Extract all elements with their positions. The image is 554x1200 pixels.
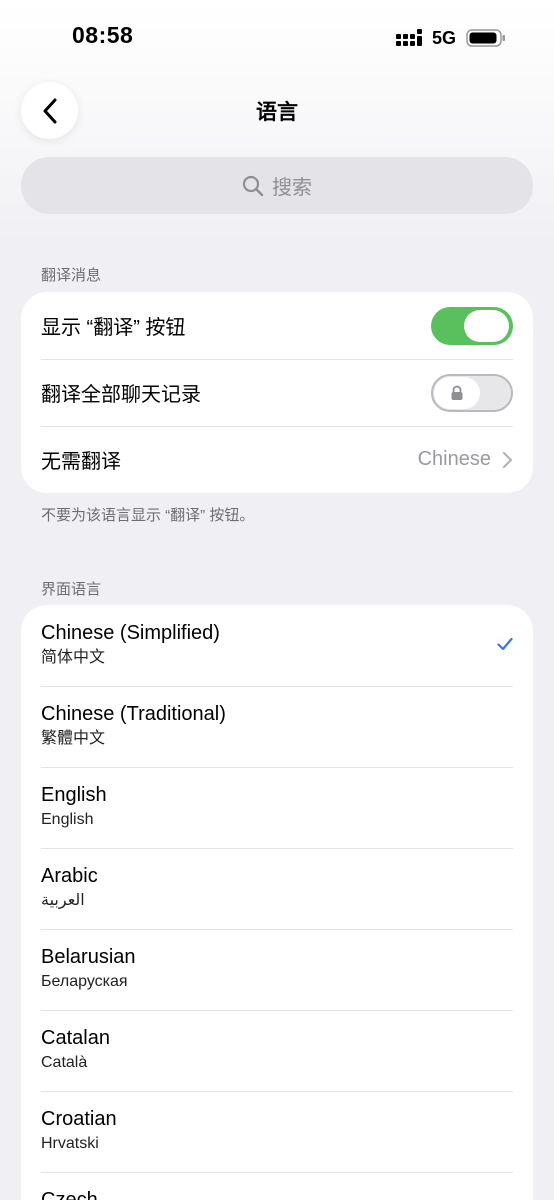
cellular-signal-icon bbox=[395, 29, 422, 46]
language-name: Czech bbox=[41, 1189, 98, 1200]
status-indicators: 5G bbox=[395, 26, 506, 50]
language-native-name: 繁體中文 bbox=[41, 730, 106, 747]
language-row-chinese-simplified[interactable]: Chinese (Simplified) 简体中文 bbox=[21, 605, 533, 686]
language-row-croatian[interactable]: Croatian Hrvatski bbox=[21, 1091, 533, 1172]
translate-all-chats-label: 翻译全部聊天记录 bbox=[41, 384, 201, 406]
chevron-right-icon bbox=[502, 451, 513, 468]
network-type: 5G bbox=[431, 27, 456, 48]
language-native-name: 简体中文 bbox=[41, 649, 106, 666]
translate-section-header: 翻译消息 bbox=[41, 267, 102, 284]
language-row-belarusian[interactable]: Belarusian Беларуская bbox=[21, 929, 533, 1010]
page-title: 语言 bbox=[256, 101, 298, 124]
checkmark-icon bbox=[497, 637, 513, 651]
interface-language-header: 界面语言 bbox=[41, 581, 102, 598]
toggle-knob bbox=[434, 376, 480, 409]
show-translate-button-label: 显示 “翻译” 按钮 bbox=[41, 317, 186, 339]
language-name: Catalan bbox=[41, 1027, 110, 1049]
language-name: English bbox=[41, 784, 107, 806]
language-name: Chinese (Simplified) bbox=[41, 622, 220, 644]
language-native-name: Català bbox=[41, 1054, 88, 1071]
language-row-catalan[interactable]: Catalan Català bbox=[21, 1010, 533, 1091]
translate-all-chats-toggle[interactable] bbox=[431, 373, 513, 412]
search-placeholder: 搜索 bbox=[272, 177, 312, 199]
translate-all-chats-row[interactable]: 翻译全部聊天记录 bbox=[21, 359, 533, 426]
language-settings-screen: 08:58 5G 语言 搜索 翻译消息 显示 “翻译” 按钮 翻译全部聊天记录 … bbox=[0, 0, 554, 1200]
status-time: 08:58 bbox=[72, 22, 134, 48]
language-native-name: Беларуская bbox=[41, 973, 128, 990]
language-name: Chinese (Traditional) bbox=[41, 703, 226, 725]
translate-section-footer: 不要为该语言显示 “翻译” 按钮。 bbox=[41, 507, 255, 524]
language-row-chinese-traditional[interactable]: Chinese (Traditional) 繁體中文 bbox=[21, 686, 533, 767]
language-native-name: Hrvatski bbox=[41, 1135, 99, 1152]
language-row-czech[interactable]: Czech bbox=[21, 1172, 533, 1200]
search-input[interactable]: 搜索 bbox=[21, 157, 533, 214]
lock-icon bbox=[451, 385, 463, 400]
do-not-translate-value: Chinese bbox=[417, 448, 491, 470]
language-name: Belarusian bbox=[41, 946, 136, 968]
toggle-knob bbox=[464, 309, 509, 342]
language-name: Croatian bbox=[41, 1108, 117, 1130]
interface-language-list: Chinese (Simplified) 简体中文 Chinese (Tradi… bbox=[21, 605, 533, 1200]
show-translate-button-toggle[interactable] bbox=[431, 306, 513, 345]
translate-settings-card: 显示 “翻译” 按钮 翻译全部聊天记录 无需翻译 Chinese bbox=[21, 292, 533, 493]
search-icon bbox=[242, 175, 264, 196]
language-name: Arabic bbox=[41, 865, 98, 887]
status-bar: 08:58 5G bbox=[0, 0, 554, 76]
battery-icon bbox=[466, 29, 505, 47]
show-translate-button-row[interactable]: 显示 “翻译” 按钮 bbox=[21, 292, 533, 359]
language-row-arabic[interactable]: Arabic العربية bbox=[21, 848, 533, 929]
do-not-translate-label: 无需翻译 bbox=[41, 451, 121, 473]
do-not-translate-row[interactable]: 无需翻译 Chinese bbox=[21, 426, 533, 493]
language-native-name: English bbox=[41, 811, 94, 828]
language-native-name: العربية bbox=[41, 892, 85, 909]
language-row-english[interactable]: English English bbox=[21, 767, 533, 848]
